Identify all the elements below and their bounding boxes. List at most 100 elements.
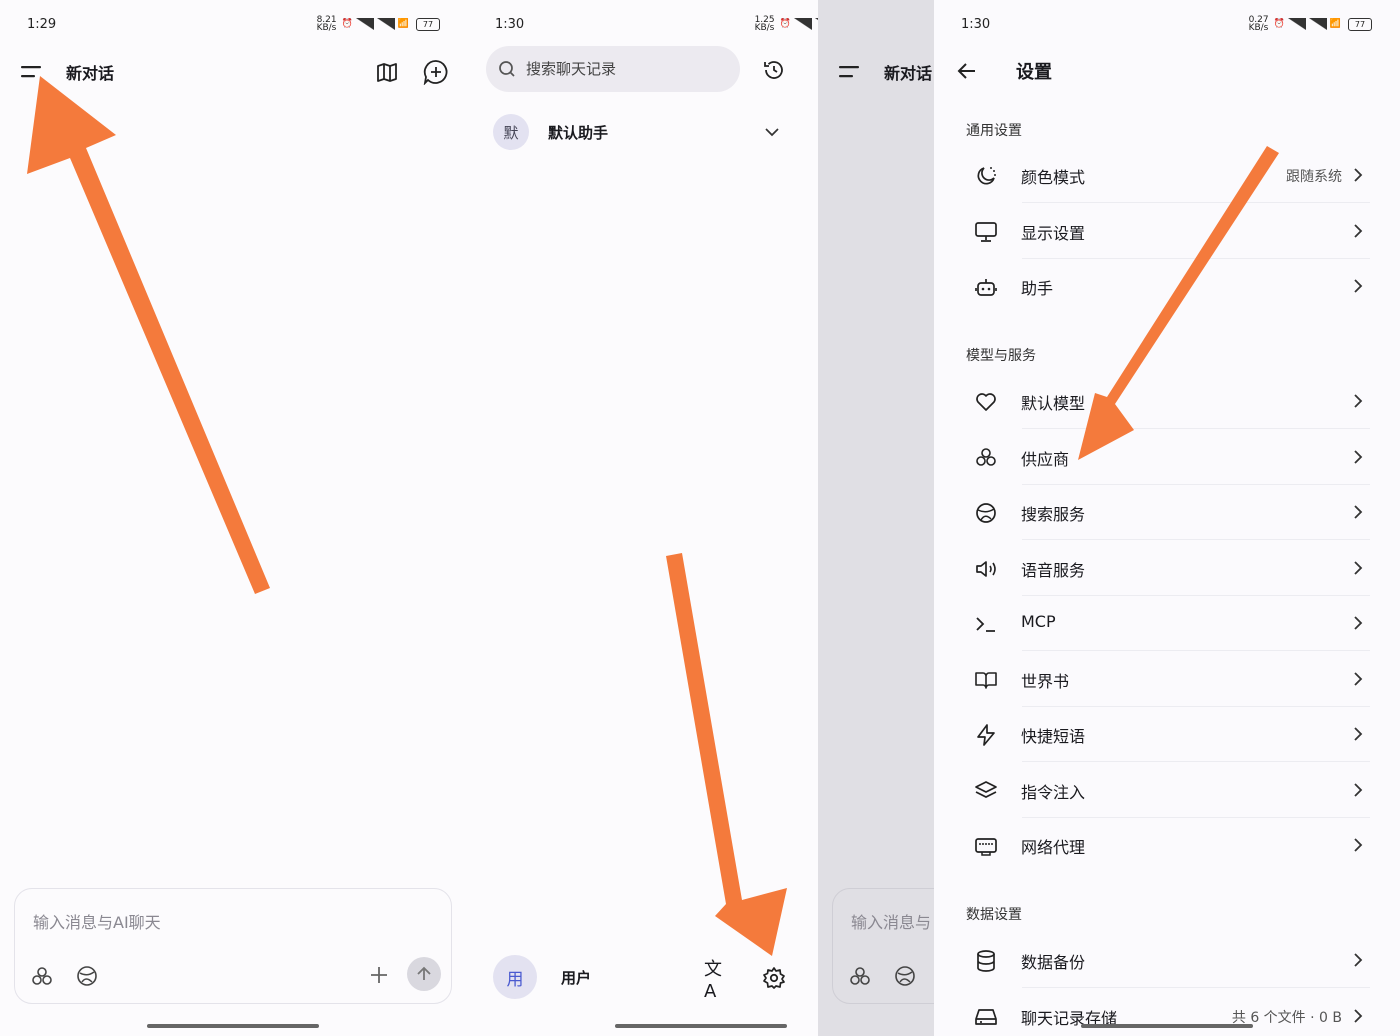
model-icon[interactable] [31,965,53,987]
pointer-arrow [27,76,270,594]
history-icon [764,61,783,79]
message-input[interactable]: 输入消息与AI聊天 [33,909,161,933]
section-title: 模型与服务 [966,348,1036,364]
page-title: 新对话 [66,64,115,83]
settings-row-value: 跟随系统 [1286,169,1342,185]
section-title: 数据设置 [966,907,1022,923]
message-input-box[interactable]: 输入消息与AI聊天 [14,888,452,1004]
settings-row-label: 指令注入 [1021,782,1086,802]
signal-icon-2 [376,18,395,30]
settings-row[interactable]: 聊天记录存储共 6 个文件 · 0 B [954,989,1380,1036]
battery-icon: 77 [1348,17,1372,31]
chevron-right-icon [1354,168,1363,182]
chevron-right-icon [1354,449,1363,464]
globe-icon [976,503,996,523]
settings-row-label: 显示设置 [1021,223,1086,243]
settings-row[interactable]: 供应商 [954,430,1380,485]
settings-row[interactable]: 显示设置 [954,204,1380,259]
settings-row[interactable]: 语音服务 [954,541,1380,596]
settings-group: 数据备份聊天记录存储共 6 个文件 · 0 B [954,933,1380,1036]
database-icon [977,950,995,972]
message-input-box[interactable]: 输入消息与 [832,888,934,1004]
model-icon[interactable] [849,965,871,987]
home-indicator [147,1024,319,1028]
arrow-left-icon [957,63,975,79]
chevron-right-icon [1354,560,1363,575]
back-button[interactable] [954,58,980,84]
menu-button[interactable] [18,60,46,84]
menu-icon [839,66,859,78]
gear-icon [763,967,785,989]
boxes-icon [976,447,996,466]
message-input[interactable]: 输入消息与 [851,909,931,933]
search-icon [499,61,515,77]
net-speed: 0.27 KB/s [1248,15,1269,33]
speaker-icon [976,560,996,577]
settings-row[interactable]: 助手 [954,259,1380,314]
search-input[interactable]: 搜索聊天记录 [526,58,616,79]
history-button[interactable] [760,56,788,84]
home-indicator [1081,1024,1253,1028]
settings-row-label: 数据备份 [1021,953,1086,972]
chat-plus-icon [423,60,448,85]
status-time: 1:29 [27,17,57,32]
settings-row[interactable]: 快捷短语 [954,707,1380,762]
robot-icon [975,279,997,296]
map-button[interactable] [372,58,402,86]
settings-row-label: 默认模型 [1021,394,1086,413]
settings-row[interactable]: 世界书 [954,652,1380,707]
send-button[interactable] [407,957,441,991]
settings-group: 颜色模式 跟随系统显示设置助手 [954,148,1380,315]
assistant-name[interactable]: 默认助手 [548,122,608,143]
settings-row[interactable]: 指令注入 [954,763,1380,818]
status-time: 1:30 [495,17,525,32]
layers-icon [975,780,997,798]
screen-dimmed: 新对话 输入消息与 [818,0,934,1036]
signal-icon [1287,18,1306,30]
signal-icon [793,18,812,30]
settings-row[interactable]: 默认模型 [954,374,1380,429]
translate-button[interactable]: 文A [704,959,732,1002]
alarm-icon: ⏰ [779,19,791,29]
chevron-right-icon [1354,279,1363,293]
settings-button[interactable] [760,964,788,992]
section-title: 通用设置 [966,123,1022,139]
web-search-icon[interactable] [894,965,916,987]
menu-button[interactable] [838,62,862,82]
settings-row-label: 搜索服务 [1021,505,1086,524]
settings-row-label: 网络代理 [1021,838,1086,857]
chevron-right-icon [1354,394,1363,408]
bolt-icon [977,724,995,746]
chevron-right-icon [1354,505,1363,519]
heart-icon [976,393,996,411]
settings-row[interactable]: 搜索服务 [954,485,1380,540]
chevron-right-icon [1354,727,1363,741]
monitor-icon [975,221,997,242]
settings-row-label: 供应商 [1021,449,1070,469]
status-time: 1:30 [961,17,991,32]
chevron-down-icon[interactable] [764,126,780,138]
settings-row[interactable]: MCP [954,596,1380,651]
settings-row[interactable]: 数据备份 [954,933,1380,988]
chevron-right-icon [1354,782,1363,797]
signal-icon-2 [1308,18,1327,30]
settings-row[interactable]: 颜色模式 跟随系统 [954,148,1380,203]
web-search-icon[interactable] [76,965,98,987]
screen-new-chat: 1:29 8.21 KB/s ⏰ 📶 77 新对话 输入消息与AI聊天 [0,0,468,1036]
new-chat-button[interactable] [421,57,451,87]
translate-icon: 文A [704,958,722,1002]
user-avatar[interactable]: 用 [493,955,537,999]
chevron-right-icon [1354,1008,1363,1023]
settings-row[interactable]: 网络代理 [954,818,1380,873]
user-name[interactable]: 用户 [561,967,591,988]
screen-drawer: 1:30 1.25 KB/s⏰📶77 搜索聊天记录 默 默认助手 用 用户 文A [468,0,818,1036]
add-icon[interactable] [369,965,389,985]
assistant-avatar: 默 [493,114,529,150]
settings-row-label: 快捷短语 [1021,727,1086,746]
search-box[interactable]: 搜索聊天记录 [486,46,740,92]
settings-row-label: MCP [1021,612,1056,631]
chevron-right-icon [1354,953,1363,967]
signal-icon [355,18,374,30]
screen-settings: 1:30 0.27 KB/s ⏰ 📶 77 设置 通用设置 颜色模式 跟随系统 显示设置 助手… [934,0,1400,1036]
page-title: 设置 [1016,62,1052,83]
